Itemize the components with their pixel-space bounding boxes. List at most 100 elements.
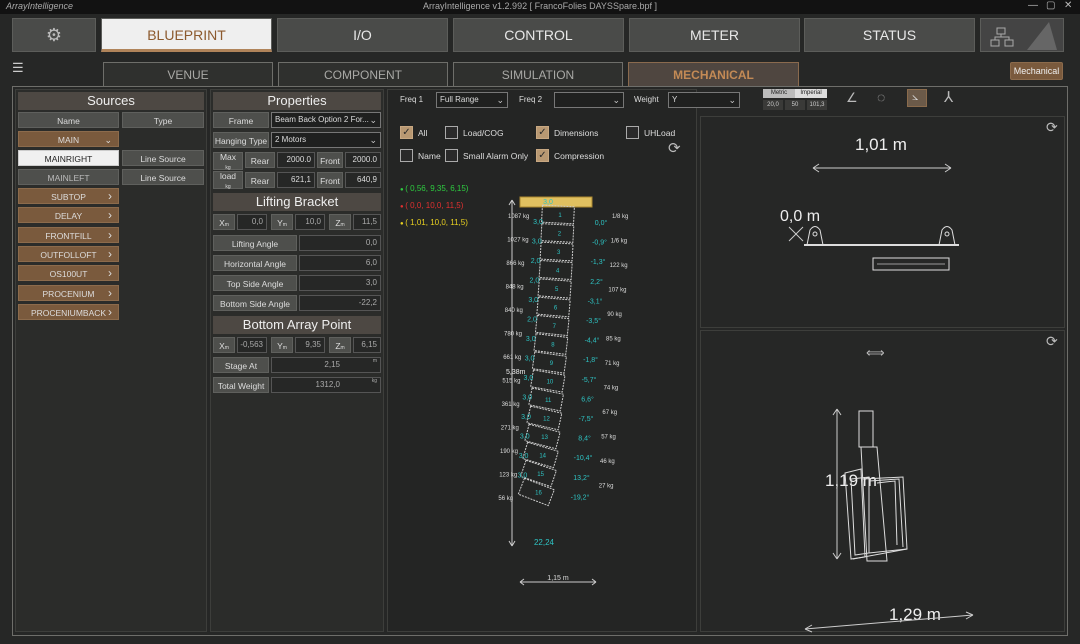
bottom-array-title: Bottom Array Point	[213, 316, 381, 334]
network-icon	[990, 22, 1057, 50]
top-view-drawing	[788, 163, 959, 271]
checkbox-load-cog[interactable]	[445, 126, 458, 139]
bottom-x-input[interactable]: -0,563	[237, 337, 267, 353]
side-view-drawing	[804, 408, 974, 633]
top-side-angle-input[interactable]: 3,0	[299, 275, 381, 291]
properties-title: Properties	[213, 92, 381, 110]
left-angle: 3,0	[525, 356, 535, 363]
nav-io[interactable]: I/O	[277, 18, 448, 52]
angle-view-icon[interactable]: ∠	[846, 90, 858, 106]
source-type-mainleft[interactable]: Line Source	[122, 169, 204, 185]
title-bar: ArrayIntelligence ArrayIntelligence v1.2…	[0, 0, 1080, 14]
source-row-mainright[interactable]: MAINRIGHT	[18, 150, 119, 166]
nav-blueprint[interactable]: BLUEPRINT	[101, 18, 272, 52]
stage-at-input[interactable]: 2,15 m	[271, 357, 381, 373]
source-type-mainright[interactable]: Line Source	[122, 150, 204, 166]
lifting-angle-input[interactable]: 0,0	[299, 235, 381, 251]
max-label: Max kg	[213, 152, 243, 171]
right-weight: 85 kg	[606, 337, 621, 343]
side-view-button[interactable]: ⦣	[907, 89, 927, 107]
box-number: 8	[551, 343, 555, 349]
source-row[interactable]: OS100UT ›	[18, 265, 119, 282]
top-value: 3,0	[543, 199, 553, 206]
tab-component[interactable]: COMPONENT	[278, 62, 448, 86]
frame-select[interactable]: Beam Back Option 2 For... ⌄	[271, 112, 381, 128]
horizontal-angle-input[interactable]: 6,0	[299, 255, 381, 271]
properties-panel: Properties Frame Beam Back Option 2 For.…	[210, 89, 384, 632]
max-rear-label: Rear	[245, 152, 275, 168]
right-weight: 57 kg	[601, 435, 616, 441]
col-type-header[interactable]: Type	[122, 112, 204, 128]
axis-view-icon[interactable]: ⅄	[944, 88, 953, 106]
load-front-value: 640,9	[345, 172, 381, 188]
menu-icon[interactable]: ☰	[12, 60, 24, 76]
settings-button[interactable]: ⚙	[12, 18, 96, 52]
bottom-y-input[interactable]: 9,35	[295, 337, 325, 353]
right-weight: 1/8 kg	[612, 214, 628, 220]
chevron-right-icon: ›	[108, 227, 112, 242]
bottom-z-input[interactable]: 6,15	[353, 337, 381, 353]
weight-select[interactable]: Y ⌄	[668, 92, 740, 108]
source-row[interactable]: PROCENIUMBACK ›	[18, 303, 119, 320]
total-weight-value: 1312,0 kg	[271, 377, 381, 393]
bracket-x-input[interactable]: 0,0	[237, 214, 267, 230]
right-weight: 71 kg	[605, 361, 620, 367]
source-row[interactable]: DELAY ›	[18, 207, 119, 224]
left-weight: 56 kg	[498, 496, 513, 502]
right-angle: -7,5°	[579, 415, 594, 423]
tab-mechanical[interactable]: MECHANICAL	[628, 62, 799, 86]
metric-button[interactable]: Metric	[763, 89, 795, 98]
nav-status[interactable]: STATUS	[804, 18, 975, 52]
right-angle: -1,8°	[583, 356, 598, 364]
close-button[interactable]: ✕	[1064, 0, 1072, 11]
right-angle: 6,6°	[581, 395, 594, 403]
imperial-button[interactable]: Imperial	[795, 89, 827, 98]
top-view-panel: ⟳ 1,01 m 0,0 m	[700, 116, 1065, 328]
freq2-select[interactable]: ⌄	[554, 92, 624, 108]
nav-control[interactable]: CONTROL	[453, 18, 624, 52]
hanging-type-select[interactable]: 2 Motors ⌄	[271, 132, 381, 148]
checkbox-uhload[interactable]	[626, 126, 639, 139]
rotate-view-icon[interactable]: ◌	[877, 89, 885, 105]
checkbox-compression[interactable]: ✓	[536, 149, 549, 162]
source-name: FRONTFILL	[45, 230, 92, 241]
maximize-button[interactable]: ▢	[1046, 0, 1055, 11]
window-title: ArrayIntelligence v1.2.992 [ FrancoFolie…	[423, 1, 657, 11]
freq1-select[interactable]: Full Range ⌄	[436, 92, 508, 108]
checkbox-all[interactable]: ✓	[400, 126, 413, 139]
tab-venue[interactable]: VENUE	[103, 62, 273, 86]
max-front-input[interactable]: 2000.0	[345, 152, 381, 168]
checkbox-name[interactable]	[400, 149, 413, 162]
unit-toggle[interactable]: Metric Imperial 20,0 50 101,3	[763, 89, 827, 111]
left-weight: 866 kg	[506, 261, 524, 267]
source-row[interactable]: OUTFOLLOFT ›	[18, 245, 119, 262]
bracket-y-input[interactable]: 10,0	[295, 214, 325, 230]
nav-meter[interactable]: METER	[629, 18, 800, 52]
source-row-mainleft[interactable]: MAINLEFT	[18, 169, 119, 185]
tab-simulation[interactable]: SIMULATION	[453, 62, 623, 86]
source-row[interactable]: PROCENIUM ›	[18, 284, 119, 301]
box-number: 10	[547, 380, 554, 386]
checkbox-dimensions[interactable]: ✓	[536, 126, 549, 139]
checkbox-small-alarm-only[interactable]	[445, 149, 458, 162]
sources-panel: Sources Name Type MAIN ⌄ MAINRIGHT Line …	[15, 89, 207, 632]
max-rear-input[interactable]: 2000.0	[277, 152, 315, 168]
left-angle: 2,0	[527, 317, 537, 324]
box-number: 1	[558, 213, 562, 219]
col-name-header[interactable]: Name	[18, 112, 119, 128]
network-button[interactable]	[980, 18, 1064, 52]
source-name: DELAY	[54, 211, 83, 222]
minimize-button[interactable]: —	[1028, 0, 1038, 11]
bottom-side-angle-input[interactable]: -22,2	[299, 295, 381, 311]
horizontal-angle-label: Horizontal Angle	[213, 255, 297, 271]
bracket-z-input[interactable]: 11,5	[353, 214, 381, 230]
mechanical-button[interactable]: Mechanical	[1010, 62, 1063, 80]
refresh-icon[interactable]: ⟳	[668, 139, 681, 157]
checkbox-label: Small Alarm Only	[463, 151, 529, 161]
source-row-main[interactable]: MAIN ⌄	[18, 131, 119, 147]
source-row[interactable]: FRONTFILL ›	[18, 226, 119, 243]
source-row[interactable]: SUBTOP ›	[18, 188, 119, 204]
left-weight: 271 kg	[501, 426, 519, 432]
stage-at-label: Stage At	[213, 357, 269, 373]
side-view-panel: ⟳ ⟺ 1,19 m 1,29 m	[700, 330, 1065, 633]
